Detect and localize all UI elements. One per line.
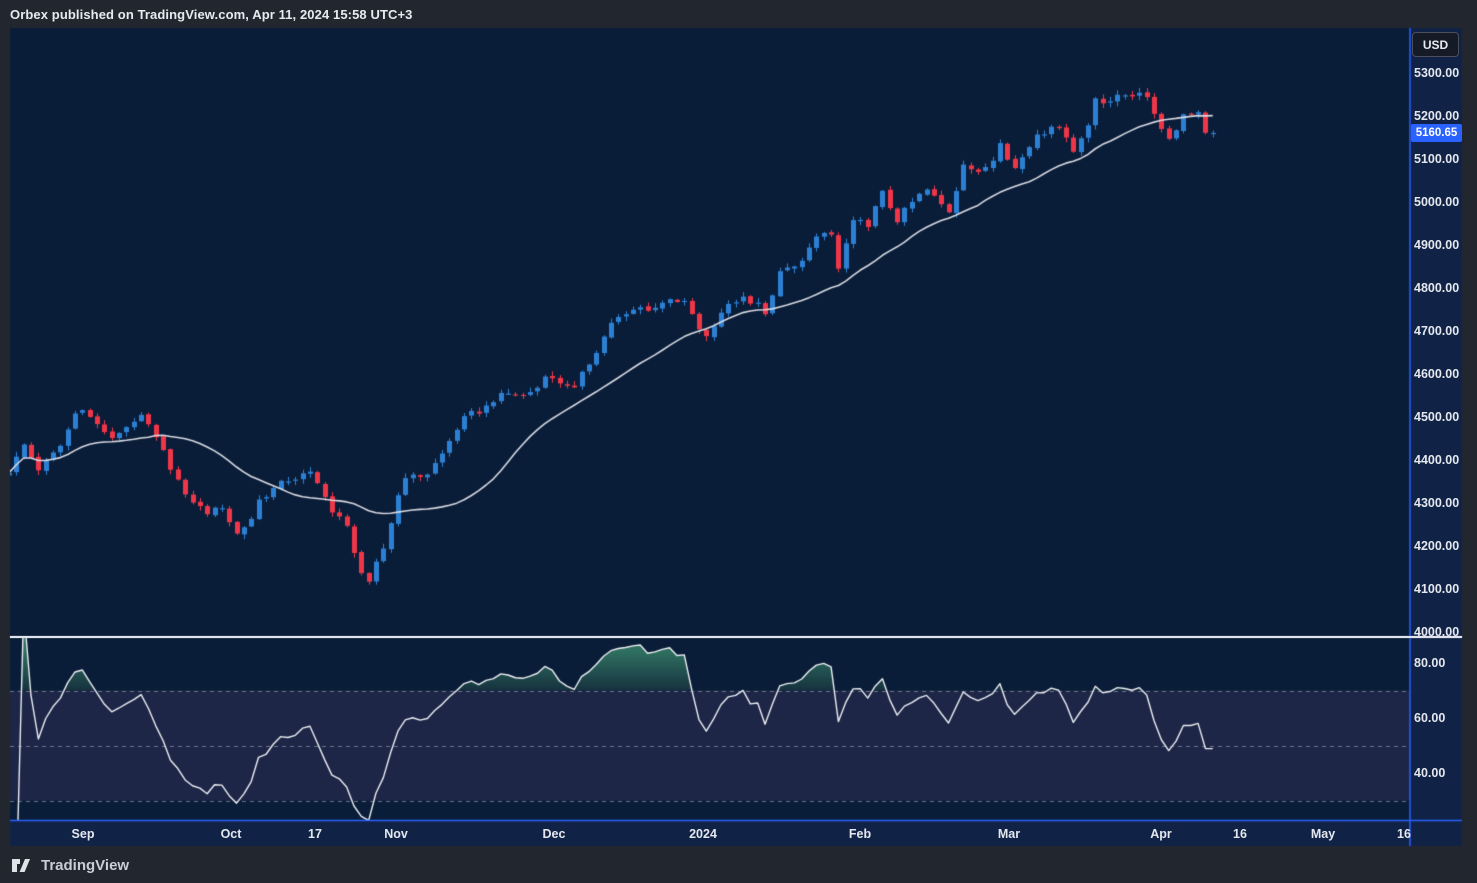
- time-tick-label: Feb: [849, 827, 871, 841]
- time-tick-label: 17: [308, 827, 322, 841]
- price-tick-label: 5300.00: [1414, 66, 1459, 80]
- price-tick-label: 4800.00: [1414, 281, 1459, 295]
- price-tick-label: 4900.00: [1414, 238, 1459, 252]
- price-tick-label: 5100.00: [1414, 152, 1459, 166]
- time-tick-label: Apr: [1150, 827, 1172, 841]
- rsi-tick-label: 60.00: [1414, 711, 1445, 725]
- price-tick-label: 4700.00: [1414, 324, 1459, 338]
- time-tick-label: Sep: [72, 827, 95, 841]
- price-axis[interactable]: [1410, 28, 1462, 821]
- price-tick-label: 4600.00: [1414, 367, 1459, 381]
- price-chart-canvas[interactable]: [0, 0, 1477, 883]
- publish-title: Orbex published on TradingView.com, Apr …: [10, 7, 413, 22]
- pane-separator[interactable]: [10, 636, 1462, 638]
- price-tick-label: 4400.00: [1414, 453, 1459, 467]
- price-tick-label: 4100.00: [1414, 582, 1459, 596]
- time-tick-label: Mar: [998, 827, 1020, 841]
- time-tick-label: 16: [1233, 827, 1247, 841]
- last-price-badge: 5160.65: [1411, 124, 1462, 142]
- rsi-tick-label: 80.00: [1414, 656, 1445, 670]
- time-tick-label: 16: [1397, 827, 1411, 841]
- tradingview-published-chart: Orbex published on TradingView.com, Apr …: [0, 0, 1477, 883]
- price-tick-label: 4500.00: [1414, 410, 1459, 424]
- price-tick-label: 4300.00: [1414, 496, 1459, 510]
- time-tick-label: Dec: [543, 827, 566, 841]
- publish-header: Orbex published on TradingView.com, Apr …: [10, 0, 413, 28]
- tradingview-link[interactable]: TradingView: [12, 851, 129, 879]
- time-tick-label: 2024: [689, 827, 717, 841]
- tradingview-brand-text: TradingView: [41, 857, 129, 874]
- rsi-tick-label: 40.00: [1414, 766, 1445, 780]
- currency-toggle-button[interactable]: USD: [1412, 32, 1459, 57]
- time-tick-label: May: [1311, 827, 1335, 841]
- time-tick-label: Oct: [221, 827, 242, 841]
- price-tick-label: 5200.00: [1414, 109, 1459, 123]
- tradingview-logo-icon: [12, 858, 34, 873]
- time-tick-label: Nov: [384, 827, 408, 841]
- price-tick-label: 4000.00: [1414, 625, 1459, 639]
- price-tick-label: 5000.00: [1414, 195, 1459, 209]
- price-tick-label: 4200.00: [1414, 539, 1459, 553]
